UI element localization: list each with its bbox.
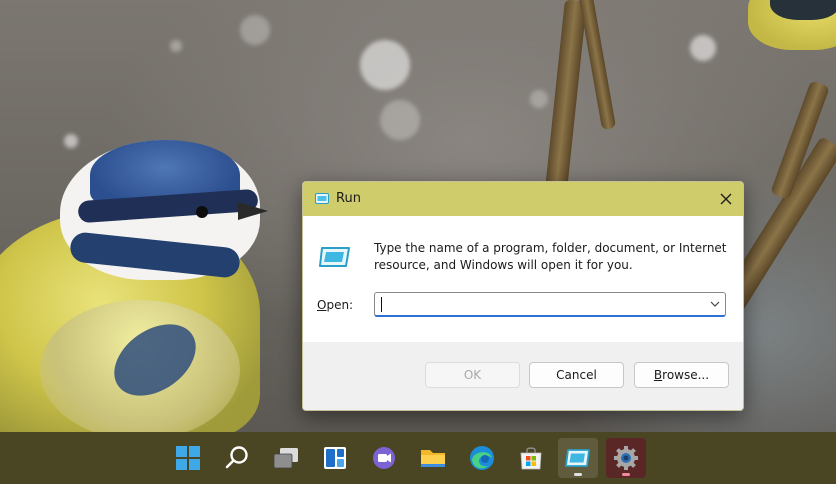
start-button[interactable] bbox=[168, 438, 208, 478]
taskbar bbox=[0, 432, 836, 484]
start-icon bbox=[176, 446, 200, 470]
settings-button[interactable] bbox=[606, 438, 646, 478]
run-app-icon bbox=[315, 193, 329, 204]
file-explorer-button[interactable] bbox=[413, 438, 453, 478]
close-icon bbox=[720, 193, 732, 205]
settings-icon bbox=[614, 446, 638, 470]
text-caret bbox=[381, 297, 382, 312]
dialog-description: Type the name of a program, folder, docu… bbox=[374, 241, 727, 272]
active-indicator bbox=[574, 473, 582, 476]
active-indicator bbox=[622, 473, 630, 476]
search-button[interactable] bbox=[217, 438, 257, 478]
chat-button[interactable] bbox=[364, 438, 404, 478]
ok-button[interactable]: OK bbox=[425, 362, 520, 388]
edge-icon bbox=[470, 446, 494, 470]
task-view-icon bbox=[273, 448, 298, 469]
store-icon bbox=[520, 447, 542, 470]
run-icon bbox=[319, 247, 350, 267]
run-taskbar-button[interactable] bbox=[558, 438, 598, 478]
task-view-button[interactable] bbox=[266, 438, 306, 478]
widgets-button[interactable] bbox=[315, 438, 355, 478]
dialog-title: Run bbox=[336, 191, 361, 206]
open-label: Open: bbox=[317, 298, 354, 312]
widgets-icon bbox=[324, 447, 346, 469]
dialog-footer: OK Cancel Browse... bbox=[303, 342, 743, 410]
edge-button[interactable] bbox=[462, 438, 502, 478]
run-dialog: Run Type the name of a program, folder, … bbox=[302, 181, 744, 411]
close-button[interactable] bbox=[709, 182, 743, 216]
chat-icon bbox=[373, 447, 395, 469]
run-app-icon bbox=[565, 449, 590, 467]
run-dialog-titlebar[interactable]: Run bbox=[303, 182, 743, 216]
search-icon bbox=[225, 446, 248, 469]
browse-button[interactable]: Browse... bbox=[634, 362, 729, 388]
open-combobox[interactable] bbox=[374, 292, 726, 317]
file-explorer-icon bbox=[421, 450, 445, 467]
dialog-body: Type the name of a program, folder, docu… bbox=[303, 216, 743, 342]
cancel-button[interactable]: Cancel bbox=[529, 362, 624, 388]
chevron-down-icon[interactable] bbox=[709, 299, 721, 309]
store-button[interactable] bbox=[511, 438, 551, 478]
